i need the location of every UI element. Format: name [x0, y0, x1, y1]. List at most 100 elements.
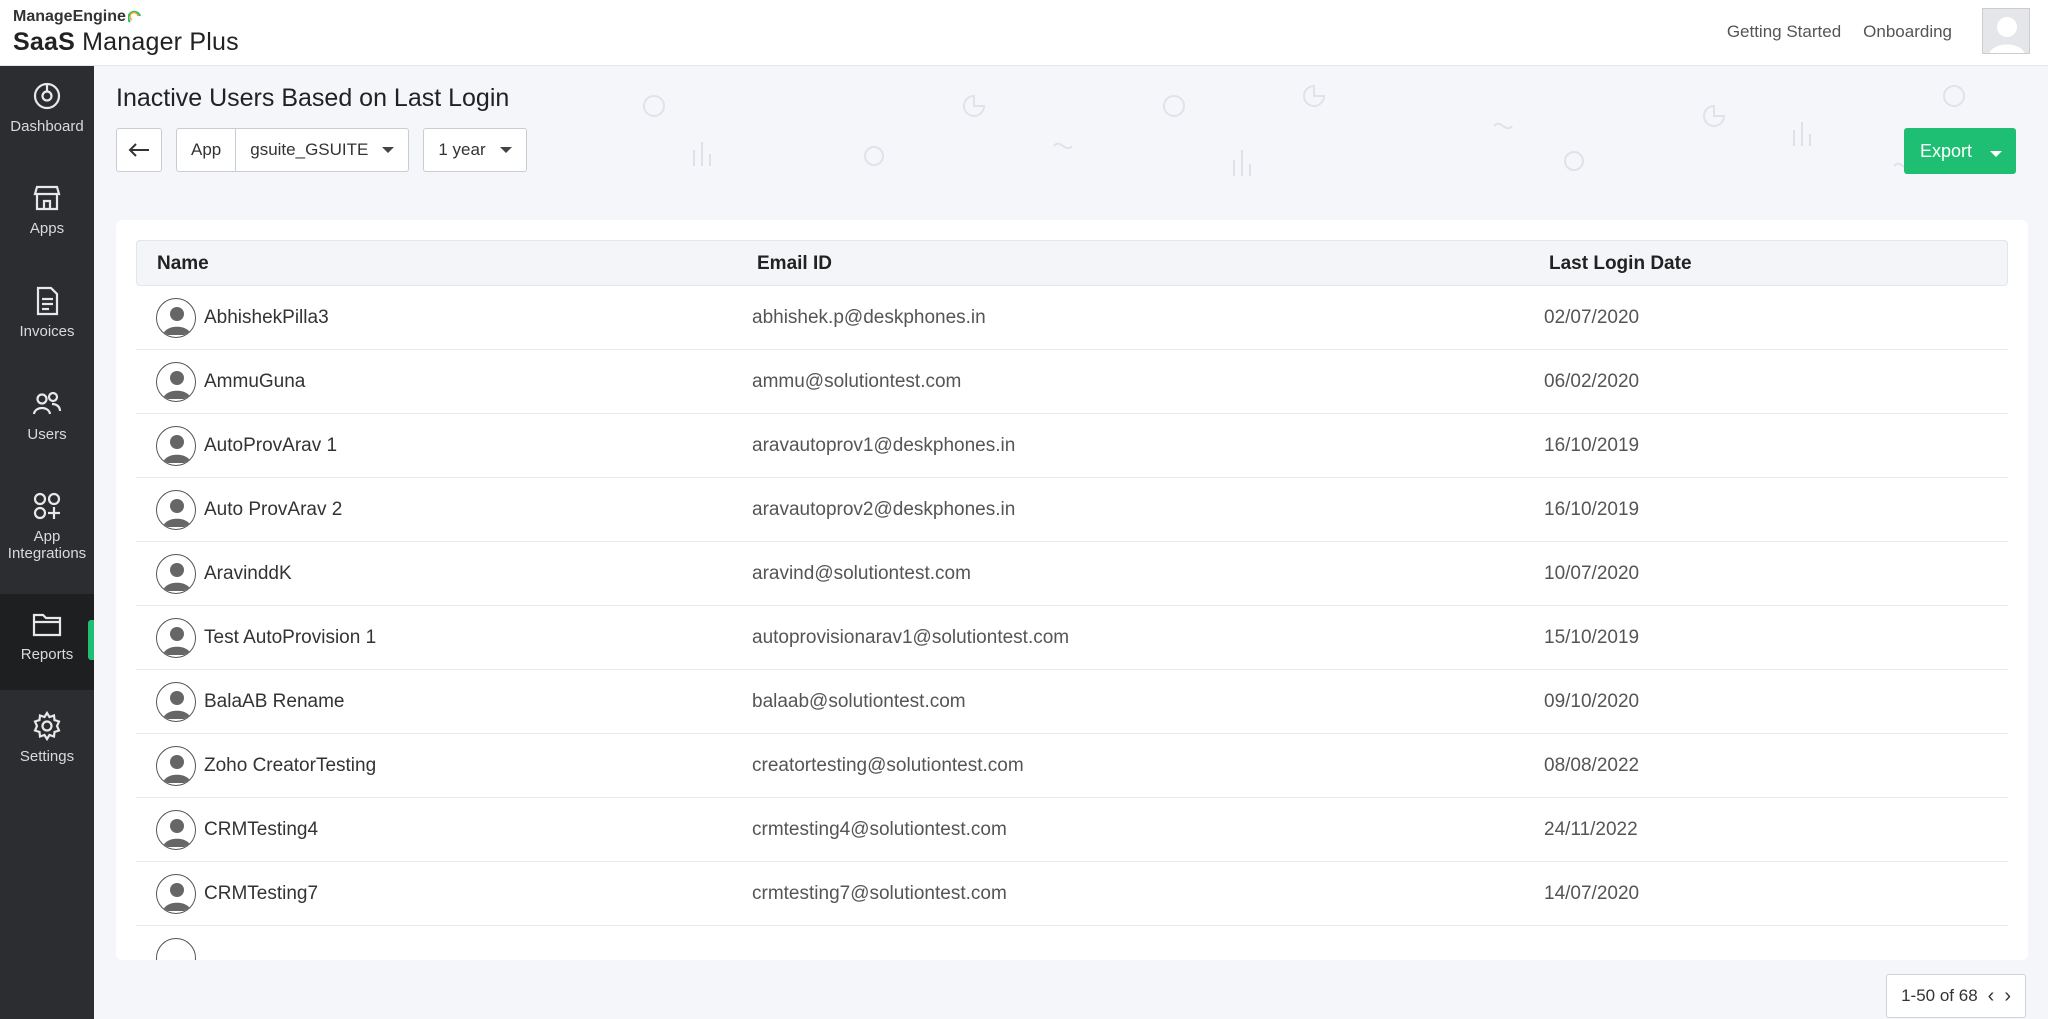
top-bar: ManageEngine SaaS Manager Plus Getting S…	[0, 0, 2048, 66]
row-avatar	[156, 746, 196, 786]
brand-logo[interactable]: ManageEngine SaaS Manager Plus	[13, 8, 239, 57]
export-dropdown-toggle[interactable]	[1990, 141, 2016, 162]
table-row[interactable]: BalaAB Rename balaab@solutiontest.com 09/1…	[136, 670, 2008, 734]
period-select[interactable]: 1 year	[423, 128, 527, 172]
row-avatar	[156, 362, 196, 402]
arrow-left-icon	[128, 143, 149, 157]
cell-name: CRMTesting7	[204, 883, 319, 904]
sidebar-item-settings[interactable]: Settings	[0, 696, 94, 792]
sidebar-label-settings: Settings	[19, 748, 75, 765]
cell-last-login: 16/10/2019	[1544, 499, 1640, 520]
sidebar-label-dashboard: Dashboard	[10, 118, 84, 135]
chevron-right-icon[interactable]: ›	[2004, 986, 2011, 1006]
cell-name: Test AutoProvision 1	[204, 627, 377, 648]
table-body: AbhishekPilla3 abhishek.p@deskphones.in 02…	[136, 286, 2008, 960]
export-button[interactable]: Export	[1903, 128, 2016, 174]
table-row[interactable]: Auto ProvArav 2 aravautoprov2@deskphones.…	[136, 478, 2008, 542]
period-select-value: 1 year	[438, 140, 486, 159]
user-avatar-icon	[163, 691, 191, 719]
table-header: Name Email ID Last Login Date	[136, 240, 2008, 286]
cell-email: aravautoprov2@deskphones.in	[752, 499, 1016, 520]
cell-last-login: 14/07/2020	[1544, 883, 1640, 904]
reports-folder-icon	[32, 613, 62, 637]
page-title: Inactive Users Based on Last Login	[116, 84, 510, 112]
sidebar-item-apps[interactable]: Apps	[0, 168, 94, 264]
row-avatar	[156, 426, 196, 466]
sidebar-label-app-integrations: App Integrations	[7, 528, 87, 562]
sidebar-item-invoices[interactable]: Invoices	[0, 271, 94, 367]
cell-email: abhishek.p@deskphones.in	[752, 307, 986, 328]
user-avatar-icon	[163, 499, 191, 527]
cell-email: aravind@solutiontest.com	[752, 563, 971, 584]
user-avatar-icon	[163, 755, 191, 783]
table-row[interactable]: Test AutoProvision 1 autoprovisionarav1@s…	[136, 606, 2008, 670]
chevron-left-icon[interactable]: ‹	[1988, 986, 1995, 1006]
cell-last-login: 16/10/2019	[1544, 435, 1640, 456]
cell-email: creatortesting@solutiontest.com	[752, 755, 1024, 776]
table-row[interactable]: AbhishekPilla3 abhishek.p@deskphones.in 02…	[136, 286, 2008, 350]
user-avatar-icon	[163, 627, 191, 655]
cell-name: AmmuGuna	[204, 371, 306, 392]
cell-email: balaab@solutiontest.com	[752, 691, 966, 712]
cell-last-login: 09/10/2020	[1544, 691, 1640, 712]
table-row[interactable]: AravinddK aravind@solutiontest.com 10/07/2…	[136, 542, 2008, 606]
app-filter: App gsuite_GSUITE	[176, 128, 410, 172]
brand-product-rest: Manager Plus	[82, 28, 239, 56]
cell-name: CRMTesting4	[204, 819, 319, 840]
cell-email: ammu@solutiontest.com	[752, 371, 962, 392]
onboarding-link[interactable]: Onboarding	[1863, 22, 1952, 42]
apps-store-icon	[33, 185, 61, 211]
sidebar-item-dashboard[interactable]: Dashboard	[0, 66, 94, 162]
cell-email: crmtesting4@solutiontest.com	[752, 819, 1007, 840]
sidebar-label-users: Users	[27, 426, 67, 443]
dashboard-icon	[33, 82, 61, 110]
app-integrations-icon	[33, 492, 61, 520]
chevron-down-icon	[382, 147, 395, 153]
sidebar-item-users[interactable]: Users	[0, 374, 94, 470]
sidebar-label-invoices: Invoices	[19, 323, 75, 340]
getting-started-link[interactable]: Getting Started	[1727, 22, 1841, 42]
table-row[interactable]: CRMTesting4 crmtesting4@solutiontest.com 2…	[136, 798, 2008, 862]
cell-last-login: 10/07/2020	[1544, 563, 1640, 584]
column-header-name[interactable]: Name	[157, 253, 209, 275]
user-avatar[interactable]	[1982, 8, 2030, 54]
sidebar-item-app-integrations[interactable]: App Integrations	[0, 476, 94, 586]
sidebar-label-reports: Reports	[20, 646, 74, 663]
sidebar: Dashboard Apps Invoices Users App Integr…	[0, 66, 94, 1019]
table-row[interactable]: CRMTesting7 crmtesting7@solutiontest.com 1…	[136, 862, 2008, 926]
user-avatar-icon	[163, 435, 191, 463]
cell-name: Auto ProvArav 2	[204, 499, 343, 520]
cell-last-login: 24/11/2022	[1544, 819, 1638, 840]
cell-name: BalaAB Rename	[204, 691, 345, 712]
row-avatar	[156, 874, 196, 914]
row-avatar	[156, 554, 196, 594]
row-avatar	[156, 682, 196, 722]
column-header-email[interactable]: Email ID	[757, 253, 832, 275]
table-row[interactable]: Zoho CreatorTesting creatortesting@soluti…	[136, 734, 2008, 798]
cell-email: crmtesting7@solutiontest.com	[752, 883, 1007, 904]
sidebar-item-reports[interactable]: Reports	[0, 594, 94, 690]
cell-last-login: 02/07/2020	[1544, 307, 1640, 328]
row-avatar	[156, 810, 196, 850]
user-avatar-icon	[163, 371, 191, 399]
header-links: Getting Started Onboarding	[1727, 22, 1952, 42]
app-select[interactable]: gsuite_GSUITE	[236, 129, 408, 171]
cell-name: AravinddK	[204, 563, 292, 584]
chevron-down-icon	[499, 147, 512, 153]
invoice-icon	[36, 286, 59, 316]
app-select-value: gsuite_GSUITE	[250, 140, 369, 159]
brand-product-bold: SaaS	[13, 28, 75, 56]
cell-name: Zoho CreatorTesting	[204, 755, 377, 776]
user-avatar-icon	[163, 883, 191, 911]
logo-swoosh-icon	[127, 10, 141, 23]
table-row[interactable]: AutoProvArav 1 aravautoprov1@deskphones.i…	[136, 414, 2008, 478]
row-avatar	[156, 618, 196, 658]
gear-icon	[33, 710, 61, 742]
row-avatar	[156, 938, 196, 960]
pagination-info: 1-50 of 68	[1901, 986, 1978, 1005]
report-table-card: Name Email ID Last Login Date AbhishekPi…	[116, 220, 2028, 960]
table-row[interactable]: AmmuGuna ammu@solutiontest.com 06/02/2020	[136, 350, 2008, 414]
back-button[interactable]	[116, 128, 162, 172]
column-header-last-login[interactable]: Last Login Date	[1549, 253, 1692, 275]
pagination: 1-50 of 68 ‹ ›	[1886, 974, 2026, 1018]
